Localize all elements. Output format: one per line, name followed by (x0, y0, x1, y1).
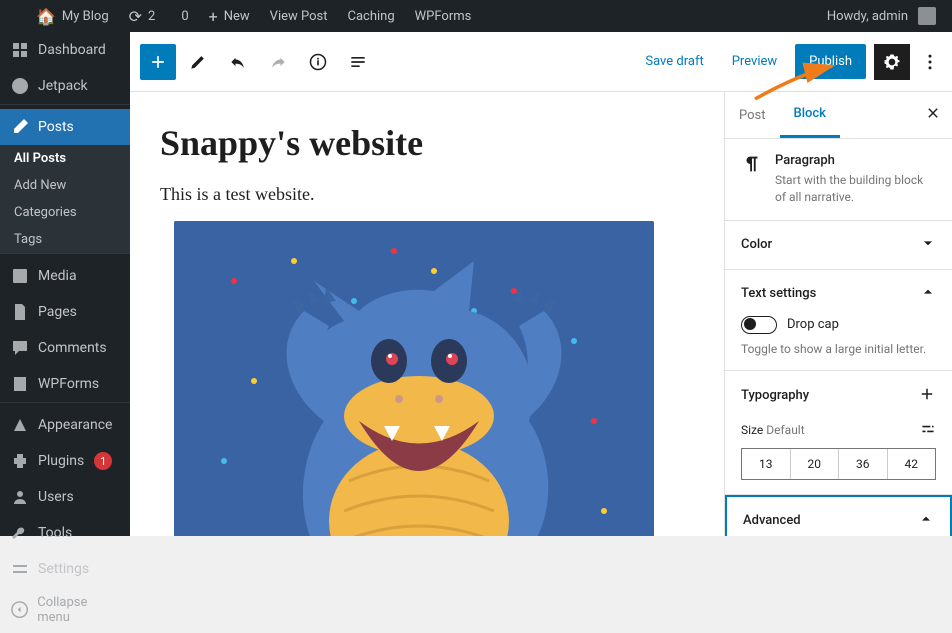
sidebar-label: Pages (38, 304, 77, 320)
font-size-42[interactable]: 42 (888, 449, 936, 479)
block-type-desc: Start with the building block of all nar… (775, 172, 936, 206)
sidebar-label: Comments (38, 340, 107, 356)
sidebar-all-posts[interactable]: All Posts (0, 145, 130, 172)
site-name[interactable]: 🏠My Blog (28, 0, 117, 32)
sliders-icon[interactable] (920, 421, 936, 440)
font-size-13[interactable]: 13 (742, 449, 791, 479)
admin-sidebar: Dashboard Jetpack Posts All Posts Add Ne… (0, 32, 130, 536)
advanced-panel[interactable]: Advanced (743, 511, 934, 531)
caching[interactable]: Caching (340, 0, 403, 32)
more-options-button[interactable] (918, 44, 942, 80)
tab-post[interactable]: Post (725, 94, 780, 137)
block-editor: Save draft Preview Publish Snappy's webs… (130, 32, 952, 536)
text-settings-panel[interactable]: Text settings (741, 284, 936, 304)
outline-button[interactable] (340, 44, 376, 80)
sidebar-appearance[interactable]: Appearance (0, 407, 130, 443)
add-block-button[interactable] (140, 44, 176, 80)
paragraph-icon (741, 153, 763, 206)
new-content[interactable]: +New (201, 0, 258, 32)
color-panel[interactable]: Color (741, 235, 936, 255)
chevron-up-icon (920, 284, 936, 304)
settings-button[interactable] (874, 44, 910, 80)
close-inspector-button[interactable] (914, 94, 952, 136)
font-size-presets: 13 20 36 42 (741, 448, 936, 480)
sidebar-label: Posts (38, 119, 74, 135)
sidebar-plugins[interactable]: Plugins 1 (0, 443, 130, 479)
sidebar-tools[interactable]: Tools (0, 515, 130, 551)
editor-toolbar: Save draft Preview Publish (130, 32, 952, 92)
paragraph-block[interactable]: This is a test website. (160, 184, 704, 205)
sidebar-categories[interactable]: Categories (0, 199, 130, 226)
sidebar-label: Appearance (38, 417, 112, 433)
block-type-name: Paragraph (775, 153, 936, 168)
sidebar-tags[interactable]: Tags (0, 226, 130, 253)
admin-bar: 🏠My Blog ⟳2 0 +New View Post Caching WPF… (0, 0, 952, 32)
sidebar-add-new[interactable]: Add New (0, 172, 130, 199)
chevron-up-icon (918, 511, 934, 531)
sidebar-label: Dashboard (38, 42, 106, 58)
sidebar-label: Jetpack (38, 78, 88, 94)
sidebar-media[interactable]: Media (0, 258, 130, 294)
sidebar-label: Users (38, 489, 74, 505)
sidebar-posts[interactable]: Posts (0, 109, 130, 145)
sidebar-label: Media (38, 268, 77, 284)
undo-button[interactable] (220, 44, 256, 80)
sidebar-dashboard[interactable]: Dashboard (0, 32, 130, 68)
sidebar-settings[interactable]: Settings (0, 551, 130, 587)
sidebar-pages[interactable]: Pages (0, 294, 130, 330)
typography-panel[interactable]: Typography (741, 388, 809, 403)
drop-cap-toggle[interactable] (741, 316, 777, 334)
wp-logo[interactable] (8, 0, 24, 32)
sidebar-label: Settings (38, 561, 89, 577)
sidebar-wpforms[interactable]: WPForms (0, 366, 130, 402)
redo-button[interactable] (260, 44, 296, 80)
plus-icon[interactable] (918, 385, 936, 407)
ab-wpforms[interactable]: WPForms (407, 0, 480, 32)
image-block[interactable] (174, 221, 654, 536)
howdy-account[interactable]: Howdy, admin (819, 0, 944, 32)
inspector-panel: Post Block Paragraph Start with the buil… (724, 92, 952, 536)
tab-block[interactable]: Block (780, 92, 840, 138)
collapse-menu[interactable]: Collapse menu (0, 587, 130, 633)
editor-content[interactable]: Snappy's website This is a test website. (130, 92, 724, 536)
ab-comments[interactable]: 0 (167, 0, 196, 32)
preview-button[interactable]: Preview (722, 48, 787, 75)
size-label: Size (741, 423, 763, 437)
avatar (918, 7, 936, 25)
chevron-down-icon (920, 235, 936, 255)
font-size-20[interactable]: 20 (791, 449, 840, 479)
sidebar-label: Tools (38, 525, 72, 541)
plugins-badge: 1 (94, 452, 112, 470)
save-draft-button[interactable]: Save draft (635, 48, 713, 75)
publish-button[interactable]: Publish (795, 44, 866, 79)
sidebar-label: WPForms (38, 376, 99, 392)
size-default: Default (766, 423, 804, 437)
info-button[interactable] (300, 44, 336, 80)
font-size-36[interactable]: 36 (839, 449, 888, 479)
drop-cap-help: Toggle to show a large initial letter. (741, 342, 936, 356)
updates[interactable]: ⟳2 (121, 0, 164, 32)
edit-mode-button[interactable] (180, 44, 216, 80)
sidebar-users[interactable]: Users (0, 479, 130, 515)
post-title[interactable]: Snappy's website (160, 122, 704, 164)
sidebar-jetpack[interactable]: Jetpack (0, 68, 130, 104)
view-post[interactable]: View Post (262, 0, 336, 32)
drop-cap-label: Drop cap (787, 317, 839, 332)
sidebar-label: Plugins (38, 453, 84, 469)
sidebar-comments[interactable]: Comments (0, 330, 130, 366)
